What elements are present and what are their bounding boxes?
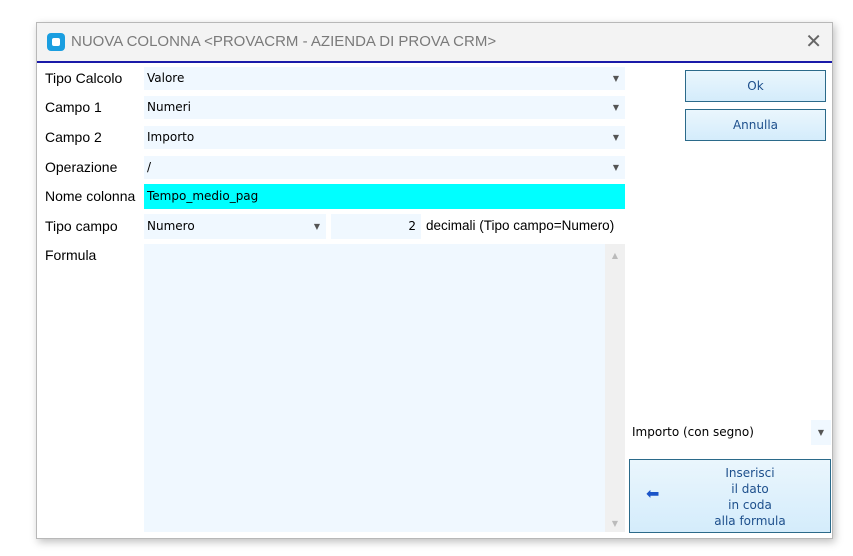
ok-button[interactable]: Ok <box>685 70 826 102</box>
chevron-down-icon: ▼ <box>612 74 619 83</box>
inserisci-button[interactable]: ⬅ Inserisci il dato in coda alla formula <box>629 459 831 533</box>
tipo-campo-select[interactable]: Numero ▼ <box>144 214 326 239</box>
window-title: NUOVA COLONNA <PROVACRM - AZIENDA DI PRO… <box>71 33 497 50</box>
campo2-value: Importo <box>147 130 195 144</box>
formula-label: Formula <box>45 247 97 263</box>
annulla-button[interactable]: Annulla <box>685 109 826 141</box>
dialog-window: NUOVA COLONNA <PROVACRM - AZIENDA DI PRO… <box>36 22 833 539</box>
tipo-campo-value: Numero <box>147 219 195 233</box>
campo2-select[interactable]: Importo ▼ <box>144 126 625 149</box>
tipo-calcolo-label: Tipo Calcolo <box>45 70 123 86</box>
field-select[interactable]: Importo (con segno) ▼ <box>629 420 831 445</box>
nome-colonna-value: Tempo_medio_pag <box>147 189 259 203</box>
inserisci-line: alla formula <box>714 514 786 528</box>
tipo-calcolo-select[interactable]: Valore ▼ <box>144 67 625 90</box>
title-bar: NUOVA COLONNA <PROVACRM - AZIENDA DI PRO… <box>37 23 832 63</box>
inserisci-line: Inserisci <box>725 466 775 480</box>
chevron-down-icon: ▼ <box>811 420 831 445</box>
nome-colonna-label: Nome colonna <box>45 188 136 204</box>
tipo-campo-label: Tipo campo <box>45 218 118 234</box>
chevron-down-icon: ▼ <box>612 133 619 142</box>
close-icon[interactable]: ✕ <box>805 29 822 53</box>
arrow-left-icon: ⬅ <box>646 484 660 503</box>
campo2-label: Campo 2 <box>45 129 102 145</box>
operazione-label: Operazione <box>45 159 118 175</box>
inserisci-label: Inserisci il dato in coda alla formula <box>630 465 830 529</box>
inserisci-line: in coda <box>728 498 772 512</box>
chevron-down-icon: ▼ <box>612 163 619 172</box>
tipo-calcolo-value: Valore <box>147 71 185 85</box>
app-icon <box>47 33 65 51</box>
operazione-select[interactable]: / ▼ <box>144 156 625 179</box>
campo1-label: Campo 1 <box>45 99 102 115</box>
campo1-select[interactable]: Numeri ▼ <box>144 96 625 119</box>
decimali-value: 2 <box>408 219 416 233</box>
campo1-value: Numeri <box>147 100 191 114</box>
inserisci-line: il dato <box>731 482 769 496</box>
decimali-input[interactable]: 2 <box>331 214 421 239</box>
scroll-down-icon[interactable]: ▼ <box>605 516 625 532</box>
field-select-value: Importo (con segno) <box>632 425 754 439</box>
nome-colonna-input[interactable]: Tempo_medio_pag <box>144 184 625 209</box>
decimali-label: decimali (Tipo campo=Numero) <box>426 218 615 233</box>
formula-textarea[interactable]: ▲ ▼ <box>144 244 625 532</box>
chevron-down-icon: ▼ <box>313 222 320 231</box>
scrollbar[interactable]: ▲ ▼ <box>605 244 625 532</box>
scroll-up-icon[interactable]: ▲ <box>605 244 625 267</box>
operazione-value: / <box>147 160 152 174</box>
chevron-down-icon: ▼ <box>612 103 619 112</box>
